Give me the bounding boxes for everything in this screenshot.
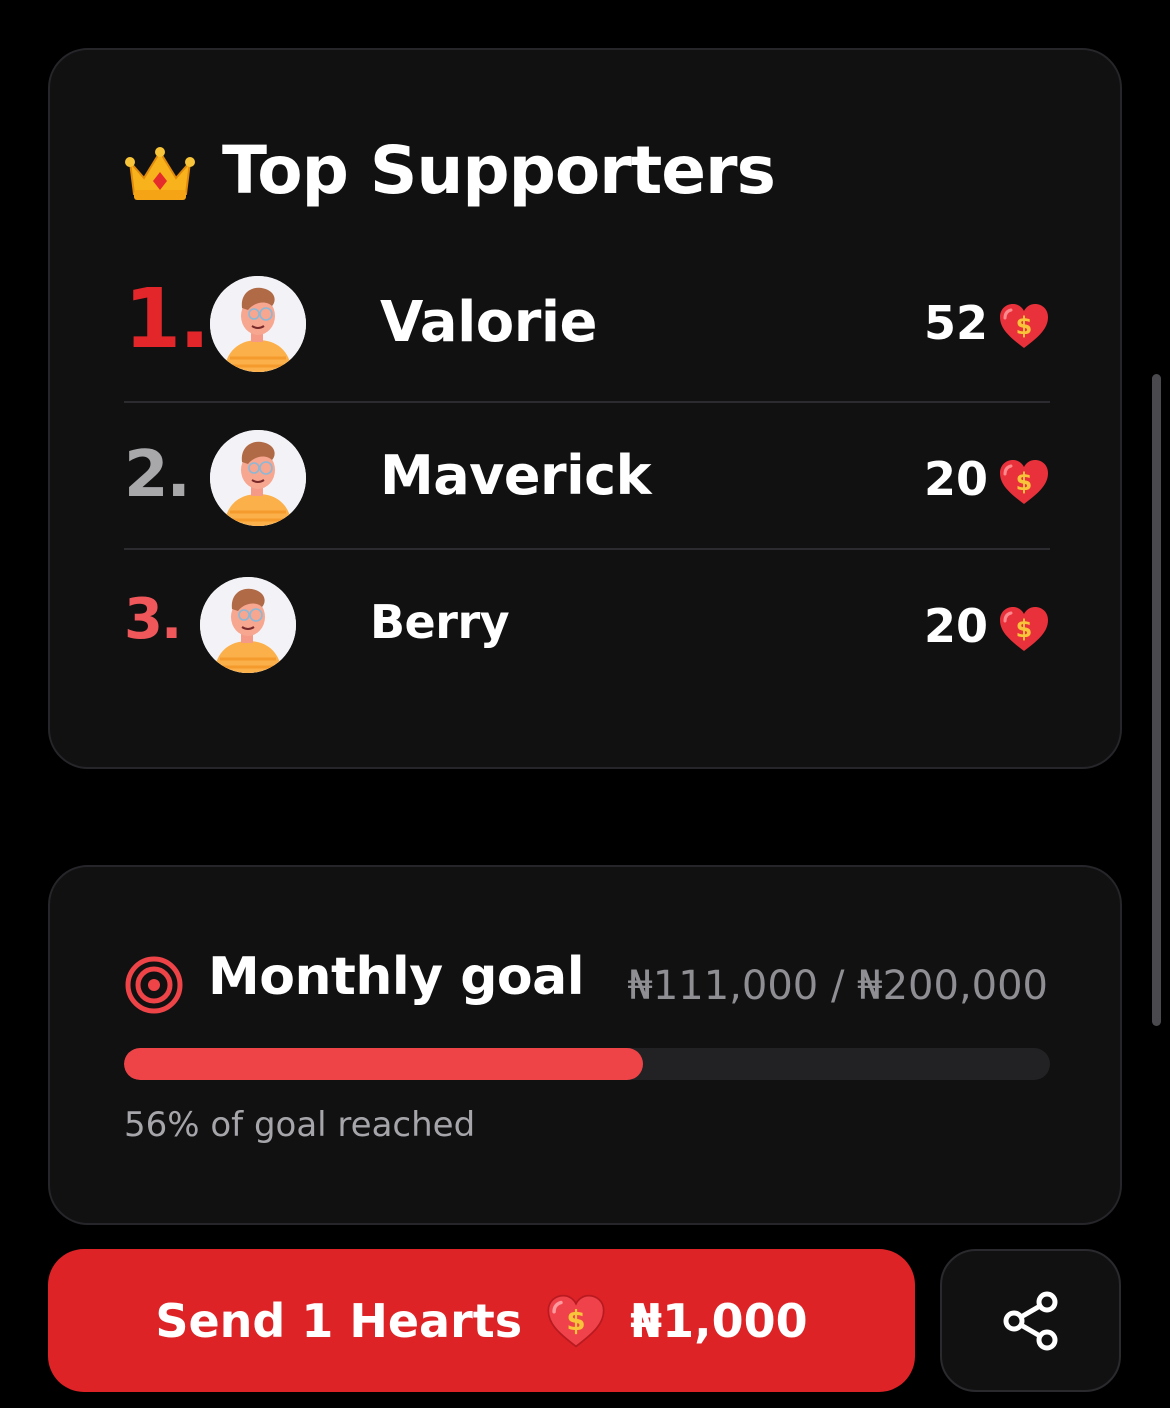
- top-supporters-card: Top Supporters 1. Valorie 52 $ 2. Maveri…: [48, 48, 1122, 769]
- top-supporters-title: Top Supporters: [222, 132, 776, 209]
- monthly-goal-card: Monthly goal ₦111,000 / ₦200,000 56% of …: [48, 865, 1122, 1225]
- send-hearts-label: Send 1 Hearts: [155, 1293, 523, 1348]
- rank-number: 3.: [124, 587, 182, 652]
- svg-text:$: $: [1016, 615, 1033, 643]
- supporter-name: Valorie: [380, 290, 598, 355]
- supporter-row[interactable]: 1. Valorie 52 $: [124, 272, 1050, 374]
- send-hearts-price: ₦1,000: [630, 1293, 808, 1348]
- goal-progress-bar: [124, 1048, 1050, 1080]
- avatar: [210, 276, 306, 372]
- scrollbar-thumb[interactable]: [1152, 374, 1161, 1026]
- supporter-name: Berry: [370, 595, 510, 649]
- supporter-row[interactable]: 2. Maverick 20 $: [124, 428, 1050, 528]
- goal-progress-fill: [124, 1048, 643, 1080]
- heart-dollar-icon: $: [1000, 607, 1048, 651]
- send-hearts-button[interactable]: Send 1 Hearts $ ₦1,000: [48, 1249, 915, 1392]
- share-button[interactable]: [940, 1249, 1121, 1392]
- heart-dollar-icon: $: [547, 1294, 605, 1347]
- supporter-row[interactable]: 3. Berry 20 $: [124, 575, 1050, 675]
- heart-dollar-icon: $: [1000, 304, 1048, 348]
- avatar: [200, 577, 296, 673]
- heart-count: 52: [923, 296, 988, 350]
- crown-icon: [125, 147, 195, 200]
- heart-dollar-icon: $: [1000, 460, 1048, 504]
- goal-amount: ₦111,000 / ₦200,000: [627, 963, 1048, 1009]
- rank-number: 1.: [124, 272, 210, 367]
- svg-text:$: $: [567, 1304, 586, 1337]
- target-icon: [125, 956, 183, 1014]
- supporter-name: Maverick: [380, 444, 652, 507]
- svg-text:$: $: [1016, 468, 1033, 496]
- monthly-goal-title: Monthly goal: [208, 947, 585, 1007]
- rank-number: 2.: [124, 438, 191, 512]
- row-divider: [124, 401, 1050, 403]
- heart-count: 20: [923, 452, 988, 506]
- share-icon: [1003, 1291, 1057, 1350]
- heart-count: 20: [923, 599, 988, 653]
- avatar: [210, 430, 306, 526]
- row-divider: [124, 548, 1050, 550]
- svg-text:$: $: [1016, 312, 1033, 340]
- goal-progress-caption: 56% of goal reached: [124, 1105, 476, 1145]
